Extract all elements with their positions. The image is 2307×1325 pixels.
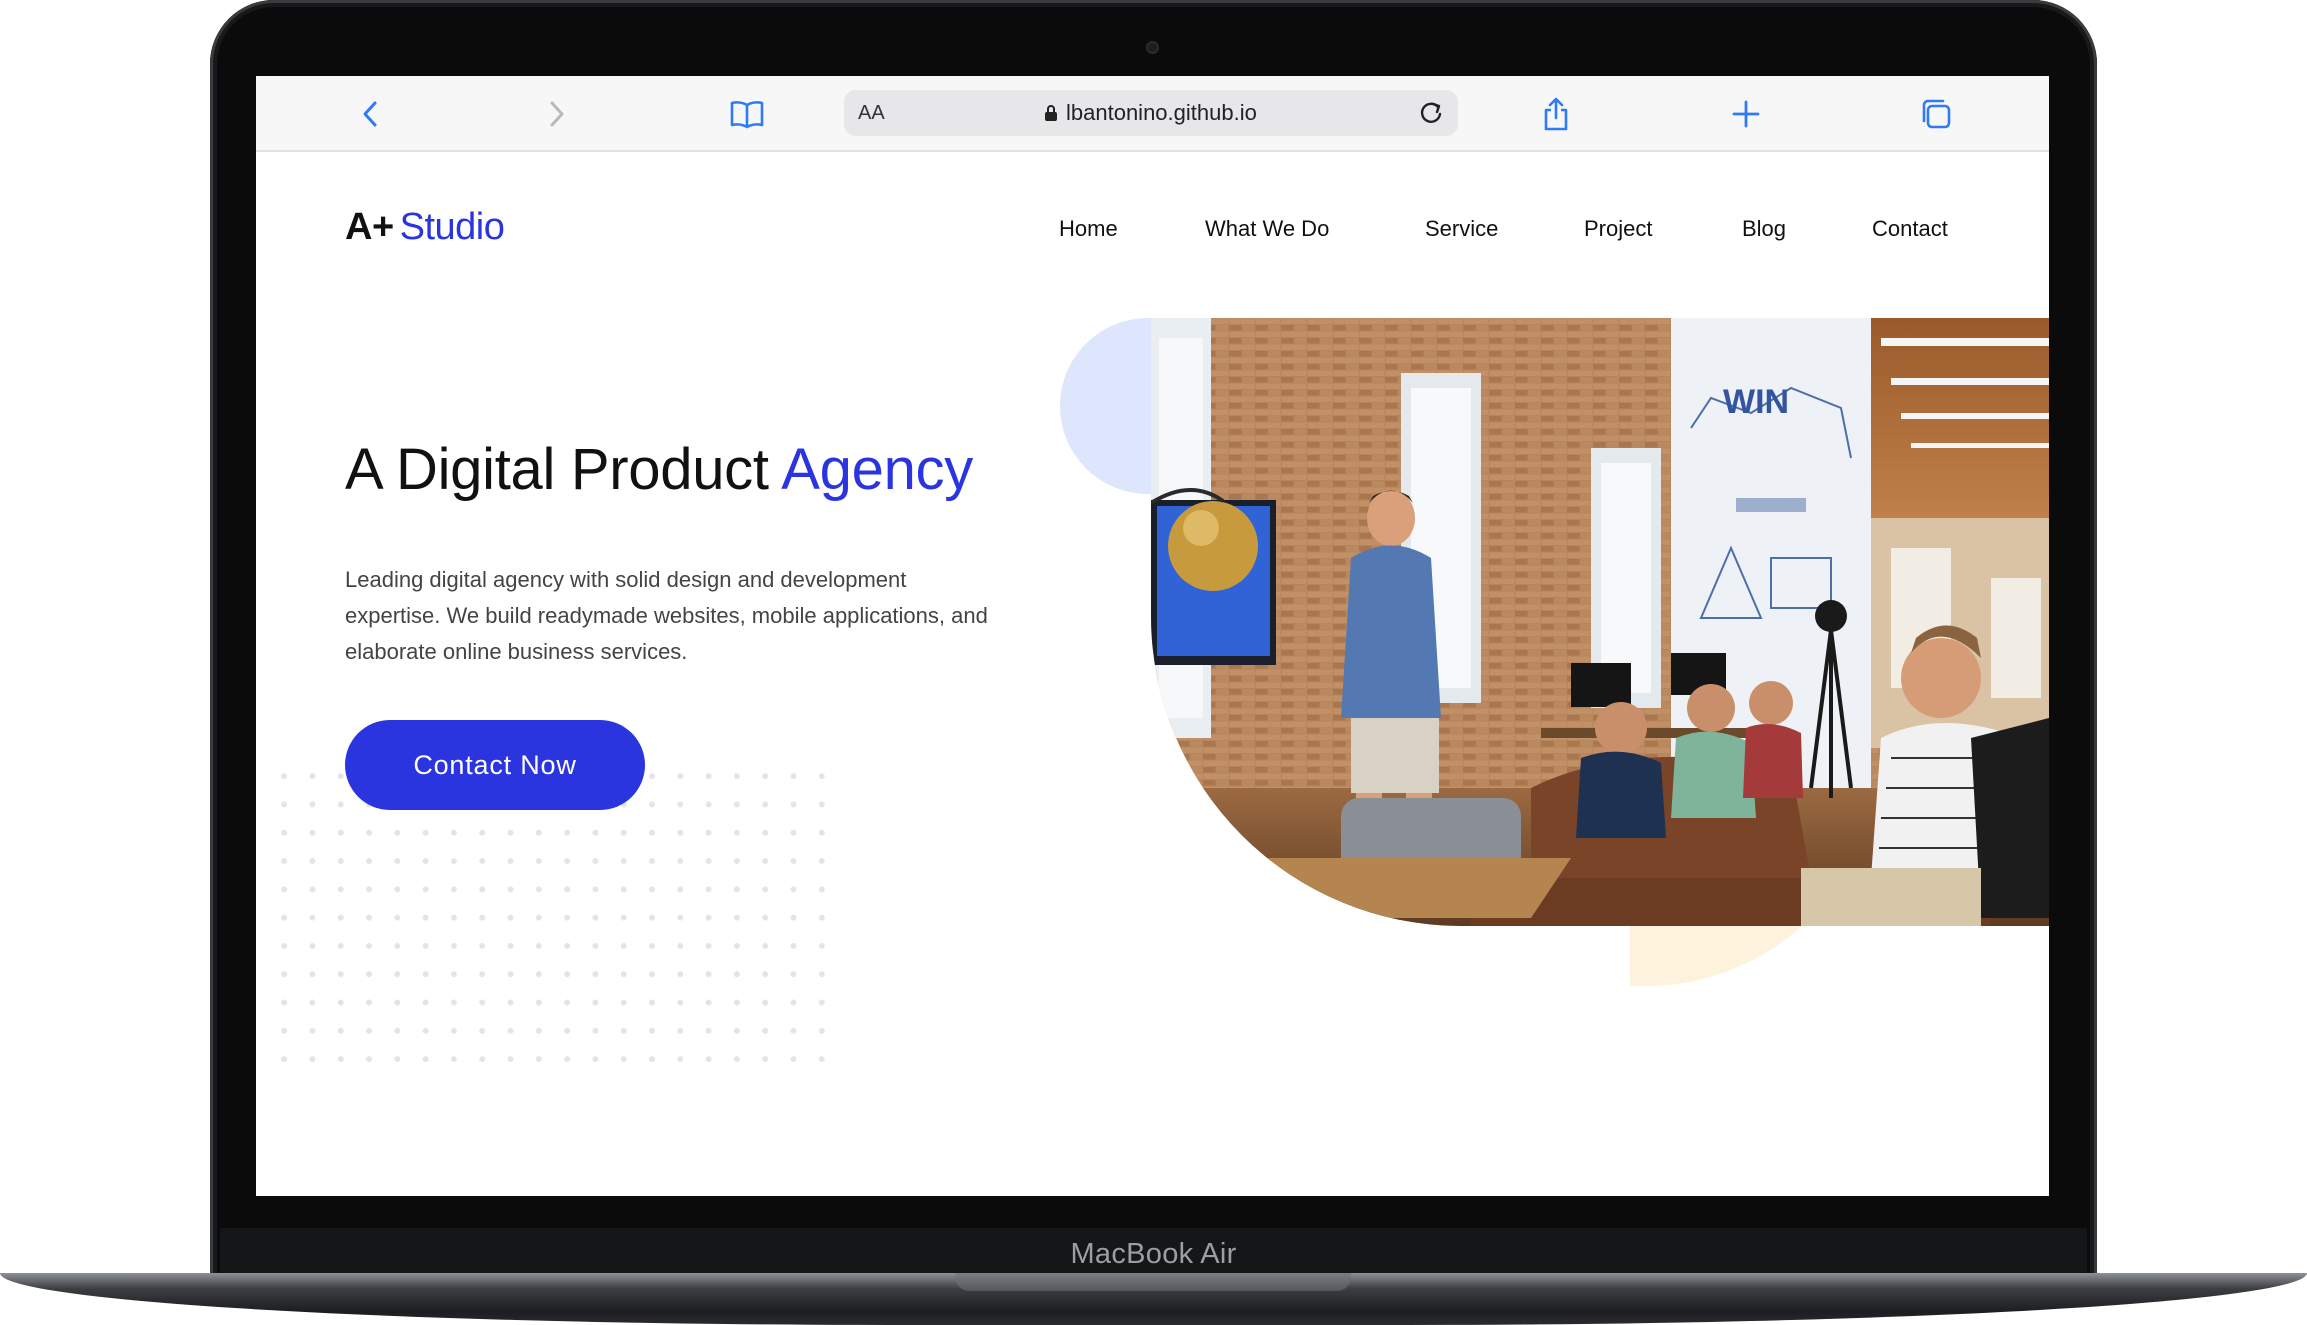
site-logo[interactable]: A+ Studio: [345, 206, 505, 249]
logo-prefix: A+: [345, 206, 394, 248]
contact-now-button[interactable]: Contact Now: [345, 720, 645, 810]
text-size-button[interactable]: AA: [858, 102, 885, 125]
laptop-notch: [955, 1273, 1351, 1291]
nav-contact[interactable]: Contact: [1872, 216, 1948, 242]
hero-office-image: WIN: [1151, 318, 2049, 926]
url-display[interactable]: lbantonino.github.io: [1044, 100, 1257, 126]
nav-blog[interactable]: Blog: [1742, 216, 1786, 242]
lock-icon: [1045, 105, 1057, 121]
chevron-left-icon[interactable]: [351, 94, 391, 134]
nav-home[interactable]: Home: [1059, 216, 1118, 242]
headline-prefix: A Digital Product: [345, 437, 769, 502]
nav-project[interactable]: Project: [1584, 216, 1652, 242]
hero-headline: A Digital Product Agency: [345, 436, 973, 503]
reload-icon[interactable]: [1416, 98, 1446, 133]
address-bar[interactable]: AA lbantonino.github.io: [844, 90, 1458, 136]
nav-what-we-do[interactable]: What We Do: [1205, 216, 1329, 242]
device-model-label: MacBook Air: [1070, 1238, 1237, 1270]
logo-name: Studio: [399, 206, 505, 248]
browser-screen: AA lbantonino.github.io A+ Studio Home Wh…: [256, 76, 2049, 1196]
plus-icon[interactable]: [1726, 94, 1766, 134]
webcam: [1146, 41, 1159, 54]
nav-service[interactable]: Service: [1425, 216, 1498, 242]
share-icon[interactable]: [1536, 94, 1576, 134]
bookmarks-book-icon[interactable]: [727, 94, 767, 134]
browser-toolbar: AA lbantonino.github.io: [256, 76, 2049, 152]
url-text: lbantonino.github.io: [1066, 100, 1257, 125]
hero-description: Leading digital agency with solid design…: [345, 567, 988, 664]
headline-accent: Agency: [781, 437, 973, 502]
chevron-right-icon[interactable]: [536, 94, 576, 134]
mural-win-text: WIN: [1723, 383, 1789, 421]
tabs-icon[interactable]: [1916, 94, 1956, 134]
